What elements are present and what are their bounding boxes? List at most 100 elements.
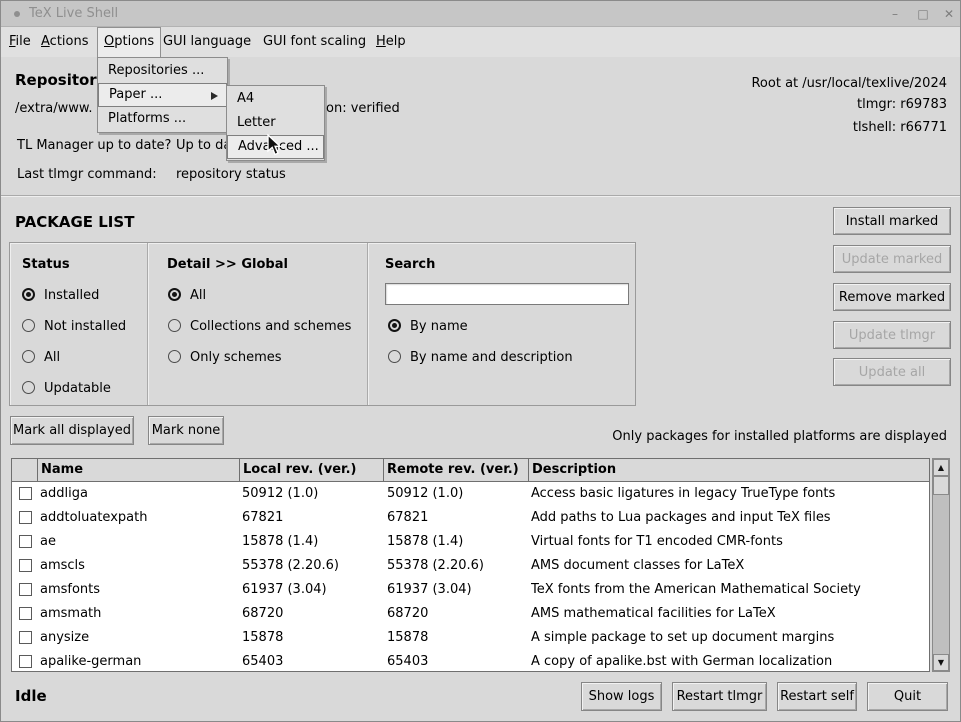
- cell-description: AMS mathematical facilities for LaTeX: [531, 602, 776, 626]
- cell-remote: 15878 (1.4): [387, 530, 463, 554]
- restart-tlmgr-button[interactable]: Restart tlmgr: [672, 682, 767, 711]
- restart-self-button[interactable]: Restart self: [777, 682, 857, 711]
- menu-actions[interactable]: Actions: [35, 27, 95, 57]
- search-input[interactable]: [385, 283, 629, 305]
- radio-status-updatable-label[interactable]: Updatable: [44, 381, 111, 396]
- table-row[interactable]: addtoluatexpath 67821 67821 Add paths to…: [12, 506, 929, 530]
- repository-url: /extra/www.: [15, 101, 92, 116]
- menu-options[interactable]: Options: [97, 27, 161, 57]
- table-row[interactable]: amscls 55378 (2.20.6) 55378 (2.20.6) AMS…: [12, 554, 929, 578]
- update-tlmgr-button: Update tlmgr: [833, 321, 951, 349]
- scrollbar-thumb[interactable]: [933, 476, 949, 495]
- package-table: Name Local rev. (ver.) Remote rev. (ver.…: [11, 458, 930, 672]
- table-scrollbar[interactable]: ▲ ▼: [932, 458, 950, 672]
- table-row[interactable]: addliga 50912 (1.0) 50912 (1.0) Access b…: [12, 482, 929, 506]
- repository-heading: Repository: [15, 71, 107, 89]
- radio-detail-schemes-label[interactable]: Only schemes: [190, 350, 282, 365]
- header-name[interactable]: Name: [37, 459, 239, 482]
- separator: [1, 195, 961, 197]
- menu-item-paper[interactable]: Paper ...: [98, 83, 227, 107]
- close-button[interactable]: ✕: [937, 1, 961, 27]
- menu-item-platforms[interactable]: Platforms ...: [98, 107, 227, 131]
- radio-status-installed-label[interactable]: Installed: [44, 288, 99, 303]
- mouse-cursor-icon: [267, 134, 282, 156]
- last-command-value: repository status: [176, 167, 286, 182]
- texlive-shell-window: TeX Live Shell – □ ✕ File Actions Option…: [0, 0, 961, 722]
- status-text: Idle: [15, 687, 47, 705]
- titlebar: TeX Live Shell – □ ✕: [1, 1, 960, 27]
- radio-search-by-name-label[interactable]: By name: [410, 319, 468, 334]
- mark-all-displayed-button[interactable]: Mark all displayed: [10, 416, 134, 445]
- cell-local: 15878 (1.4): [242, 530, 318, 554]
- menu-file[interactable]: File: [3, 27, 37, 57]
- package-checkbox[interactable]: [19, 583, 32, 596]
- cell-remote: 61937 (3.04): [387, 578, 472, 602]
- status-label: Status: [22, 257, 70, 272]
- package-checkbox[interactable]: [19, 535, 32, 548]
- cell-remote: 15878: [387, 626, 428, 650]
- filter-panel: Status Installed Not installed All Updat…: [9, 242, 636, 406]
- cell-remote: 50912 (1.0): [387, 482, 463, 506]
- radio-search-by-name-desc-label[interactable]: By name and description: [410, 350, 573, 365]
- radio-search-by-name-desc[interactable]: [388, 350, 401, 363]
- show-logs-button[interactable]: Show logs: [581, 682, 662, 711]
- menu-gui-language[interactable]: GUI language: [157, 27, 257, 57]
- maximize-button[interactable]: □: [911, 1, 935, 27]
- header-checkbox-col: [12, 459, 37, 482]
- table-row[interactable]: anysize 15878 15878 A simple package to …: [12, 626, 929, 650]
- radio-detail-collections[interactable]: [168, 319, 181, 332]
- table-row[interactable]: amsmath 68720 68720 AMS mathematical fac…: [12, 602, 929, 626]
- scroll-up-icon[interactable]: ▲: [933, 459, 949, 476]
- menu-item-letter[interactable]: Letter: [227, 111, 324, 135]
- package-checkbox[interactable]: [19, 655, 32, 668]
- radio-detail-all[interactable]: [168, 288, 181, 301]
- submenu-arrow-icon: [211, 92, 218, 100]
- detail-label: Detail >> Global: [167, 257, 288, 272]
- quit-button[interactable]: Quit: [867, 682, 948, 711]
- header-remote-rev[interactable]: Remote rev. (ver.): [383, 459, 528, 482]
- mark-none-button[interactable]: Mark none: [148, 416, 224, 445]
- menu-help[interactable]: Help: [370, 27, 412, 57]
- menu-item-repositories[interactable]: Repositories ...: [98, 59, 227, 83]
- cell-local: 67821: [242, 506, 283, 530]
- minimize-button[interactable]: –: [883, 1, 907, 27]
- package-checkbox[interactable]: [19, 511, 32, 524]
- radio-status-updatable[interactable]: [22, 381, 35, 394]
- radio-status-all[interactable]: [22, 350, 35, 363]
- app-icon: [14, 11, 20, 17]
- package-checkbox[interactable]: [19, 487, 32, 500]
- cell-name: ae: [40, 530, 56, 554]
- header-description[interactable]: Description: [528, 459, 930, 482]
- cell-remote: 65403: [387, 650, 428, 672]
- radio-detail-schemes[interactable]: [168, 350, 181, 363]
- radio-status-installed[interactable]: [22, 288, 35, 301]
- radio-detail-all-label[interactable]: All: [190, 288, 206, 303]
- radio-status-not-installed-label[interactable]: Not installed: [44, 319, 126, 334]
- table-row[interactable]: ae 15878 (1.4) 15878 (1.4) Virtual fonts…: [12, 530, 929, 554]
- install-marked-button[interactable]: Install marked: [833, 207, 951, 235]
- package-checkbox[interactable]: [19, 559, 32, 572]
- radio-status-all-label[interactable]: All: [44, 350, 60, 365]
- last-command-label: Last tlmgr command:: [17, 167, 157, 182]
- table-row[interactable]: amsfonts 61937 (3.04) 61937 (3.04) TeX f…: [12, 578, 929, 602]
- menubar: File Actions Options GUI language GUI fo…: [1, 27, 960, 57]
- radio-detail-collections-label[interactable]: Collections and schemes: [190, 319, 351, 334]
- cell-remote: 68720: [387, 602, 428, 626]
- menu-gui-font-scaling[interactable]: GUI font scaling: [257, 27, 372, 57]
- cell-local: 68720: [242, 602, 283, 626]
- header-local-rev[interactable]: Local rev. (ver.): [239, 459, 383, 482]
- table-row[interactable]: apalike-german 65403 65403 A copy of apa…: [12, 650, 929, 672]
- cell-description: Access basic ligatures in legacy TrueTyp…: [531, 482, 835, 506]
- tlshell-revision: tlshell: r66771: [853, 120, 947, 135]
- scroll-down-icon[interactable]: ▼: [933, 654, 949, 671]
- cell-name: apalike-german: [40, 650, 141, 672]
- update-all-button: Update all: [833, 358, 951, 386]
- remove-marked-button[interactable]: Remove marked: [833, 283, 951, 311]
- menu-item-a4[interactable]: A4: [227, 87, 324, 111]
- options-dropdown-menu: Repositories ... Paper ... Platforms ...: [97, 57, 228, 133]
- package-checkbox[interactable]: [19, 631, 32, 644]
- radio-status-not-installed[interactable]: [22, 319, 35, 332]
- package-checkbox[interactable]: [19, 607, 32, 620]
- uptodate-label: TL Manager up to date?: [17, 138, 171, 153]
- radio-search-by-name[interactable]: [388, 319, 401, 332]
